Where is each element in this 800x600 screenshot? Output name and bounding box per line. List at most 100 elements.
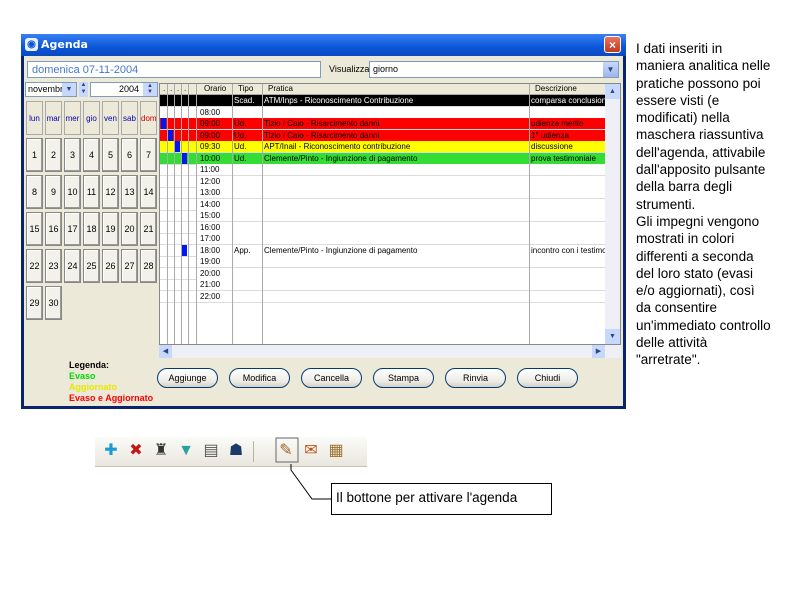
calendar-day[interactable]: 7 (140, 138, 157, 172)
table-row[interactable]: 09:30 Ud. APT/Inail - Riconoscimento contr… (160, 141, 606, 153)
mail-icon[interactable]: ✉ (301, 441, 321, 461)
view-select[interactable]: giorno ▼ (369, 61, 619, 78)
cell-descrizione: udienza merito (531, 119, 584, 128)
scroll-left-icon[interactable]: ◀ (159, 345, 172, 358)
stampa-button[interactable]: Stampa (373, 368, 434, 388)
delete-icon[interactable]: ✖ (126, 441, 146, 461)
scroll-down-icon[interactable]: ▼ (605, 329, 620, 344)
date-field[interactable]: domenica 07-11-2004 (27, 61, 321, 78)
table-row[interactable]: 17:00 (160, 233, 606, 245)
col-descrizione[interactable]: Descrizione (535, 84, 577, 94)
table-row[interactable]: 21:00 (160, 279, 606, 291)
year-spinner[interactable]: ▲ ▼ (143, 83, 157, 96)
table-row[interactable]: 22:00 (160, 290, 606, 303)
table-row[interactable]: 16:00 (160, 221, 606, 234)
explanation-line: I dati inseriti in (636, 41, 723, 56)
cell-descrizione (531, 176, 606, 187)
calendar-day[interactable]: 15 (26, 212, 43, 246)
filter-icon[interactable]: ▼ (176, 441, 196, 461)
modifica-button[interactable]: Modifica (229, 368, 290, 388)
calendar-day[interactable]: 28 (140, 249, 157, 283)
calendar-day[interactable]: 4 (83, 138, 100, 172)
month-spinner[interactable]: ▲ ▼ (79, 82, 88, 97)
explanation-line: un'immediato controllo (636, 317, 771, 333)
scroll-right-icon[interactable]: ▶ (592, 345, 605, 358)
table-row[interactable]: 11:00 (160, 164, 606, 176)
grid-header: . . . . Orario Tipo Pratica Descrizione (160, 84, 606, 95)
calendar-day[interactable]: 26 (102, 249, 119, 283)
calendar-day[interactable]: 5 (102, 138, 119, 172)
col-tipo[interactable]: Tipo (238, 84, 253, 94)
vertical-scrollbar[interactable]: ▲ ▼ (605, 84, 620, 344)
window-client: domenica 07-11-2004 Visualizza giorno ▼ … (24, 56, 623, 406)
archive-icon[interactable]: ▦ (326, 441, 346, 461)
add-icon[interactable]: ✚ (101, 441, 121, 461)
cell-tipo: Ud. (234, 119, 247, 128)
cell-orario: 19:00 (200, 257, 221, 266)
chiudi-button[interactable]: Chiudi (517, 368, 578, 388)
user-icon[interactable]: ☗ (226, 441, 246, 461)
calendar-day[interactable]: 23 (45, 249, 62, 283)
chevron-down-icon[interactable]: ▼ (603, 62, 618, 77)
col-check-4: . (184, 84, 187, 93)
aggiunge-button[interactable]: Aggiunge (157, 368, 218, 388)
calendar-day[interactable]: 3 (64, 138, 81, 172)
col-orario[interactable]: Orario (204, 84, 226, 94)
calendar-day[interactable]: 6 (121, 138, 138, 172)
year-field[interactable]: 2004 ▲ ▼ (90, 82, 158, 97)
chevron-down-icon[interactable]: ▼ (62, 83, 76, 96)
calendar-day[interactable]: 19 (102, 212, 119, 246)
printer-icon[interactable]: ▤ (201, 441, 221, 461)
calendar-day[interactable]: 10 (64, 175, 81, 209)
explanation-line: modificati) nella (636, 110, 730, 126)
rinvia-button[interactable]: Rinvia (445, 368, 506, 388)
calendar-day[interactable]: 1 (26, 138, 43, 172)
calendar-day[interactable]: 24 (64, 249, 81, 283)
cell-tipo (234, 222, 262, 233)
calendar-day[interactable]: 21 (140, 212, 157, 246)
col-pratica[interactable]: Pratica (268, 84, 293, 94)
table-row[interactable]: 14:00 (160, 198, 606, 211)
calendar-day[interactable]: 11 (83, 175, 100, 209)
calendar-day[interactable]: 2 (45, 138, 62, 172)
calendar-day[interactable]: 20 (121, 212, 138, 246)
calendar-day[interactable]: 30 (45, 286, 62, 320)
cell-orario: 14:00 (200, 199, 221, 209)
calendar-day[interactable]: 9 (45, 175, 62, 209)
cell-orario: 22:00 (200, 291, 221, 301)
calendar-day[interactable]: 14 (140, 175, 157, 209)
binoculars-icon[interactable]: ♜ (151, 441, 171, 461)
calendar-day[interactable]: 27 (121, 249, 138, 283)
cell-descrizione (531, 256, 606, 267)
calendar-day[interactable]: 22 (26, 249, 43, 283)
table-row[interactable]: 09:00 Ud. Tizio / Caio - Risarcimento dann… (160, 129, 606, 142)
cancella-button[interactable]: Cancella (301, 368, 362, 388)
table-row[interactable]: 12:00 (160, 175, 606, 188)
calendar-day[interactable]: 17 (64, 212, 81, 246)
table-row[interactable]: 10:00 Ud. Clemente/Pinto - Ingiunzione di … (160, 152, 606, 165)
title-bar[interactable]: ◉ Agenda × (21, 34, 626, 56)
cell-pratica (264, 222, 526, 233)
table-row[interactable]: Scad. ATM/Inps - Riconoscimento Contribuz… (160, 95, 606, 107)
calendar-day[interactable]: 13 (121, 175, 138, 209)
cell-tipo (234, 210, 262, 221)
table-row[interactable]: 08:00 (160, 106, 606, 119)
calendar-day[interactable]: 29 (26, 286, 43, 320)
table-row[interactable]: 20:00 (160, 267, 606, 280)
cell-descrizione (531, 107, 606, 118)
table-row[interactable]: 15:00 (160, 210, 606, 222)
calendar-day[interactable]: 25 (83, 249, 100, 283)
agenda-icon[interactable]: ✎ (276, 441, 296, 461)
calendar-day[interactable]: 18 (83, 212, 100, 246)
horizontal-scrollbar[interactable]: ◀ ▶ (159, 345, 621, 358)
table-row[interactable]: 09:00 Ud. Tizio / Caio - Risarcimento dann… (160, 118, 606, 130)
close-button[interactable]: × (604, 36, 621, 53)
table-row[interactable]: 13:00 (160, 187, 606, 199)
scroll-up-icon[interactable]: ▲ (605, 84, 620, 99)
table-row[interactable]: 19:00 (160, 256, 606, 268)
calendar-day[interactable]: 12 (102, 175, 119, 209)
calendar-day[interactable]: 8 (26, 175, 43, 209)
calendar-day[interactable]: 16 (45, 212, 62, 246)
table-row[interactable]: 18:00 App. Clemente/Pinto - Ingiunzione di… (160, 244, 606, 257)
month-select[interactable]: novembre ▼ (25, 82, 77, 97)
